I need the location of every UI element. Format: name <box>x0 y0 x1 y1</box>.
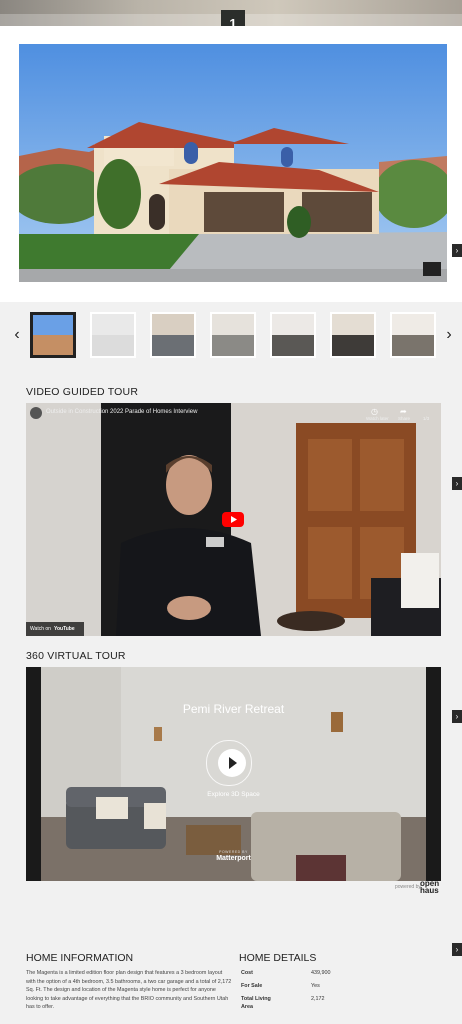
detail-row-cost: Cost 439,900 <box>241 970 441 983</box>
detail-value: Yes <box>311 983 320 989</box>
youtube-play-button[interactable] <box>222 512 244 527</box>
detail-value: 439,900 <box>311 970 331 976</box>
thumbnail-floor-plan[interactable] <box>90 312 136 358</box>
thumbnail-kitchen[interactable] <box>210 312 256 358</box>
watch-on-youtube[interactable]: Watch on YouTube <box>26 622 84 636</box>
home-info-heading: HOME INFORMATION <box>26 952 134 964</box>
video-title[interactable]: Outside in Construction 2022 Parade of H… <box>46 409 197 415</box>
detail-key: For Sale <box>241 983 263 989</box>
thumbnail-strip <box>0 310 462 364</box>
openhaus-powered-label: powered by <box>395 884 421 890</box>
explore-3d-label[interactable]: Explore 3D Space <box>26 791 441 798</box>
thumbnail-exterior[interactable] <box>30 312 76 358</box>
home-details-heading: HOME DETAILS <box>239 952 317 964</box>
hero-image[interactable] <box>19 44 447 282</box>
detail-key: Cost <box>241 970 253 976</box>
home-info-text: The Magenta is a limited edition floor p… <box>26 970 232 1010</box>
thumbnail-great-room[interactable] <box>390 312 436 358</box>
detail-row-total-living-area: Total Living Area 2,172 <box>241 996 441 1010</box>
thumbnail-kitchen-island[interactable] <box>270 312 316 358</box>
detail-key: Total Living Area <box>241 996 271 1010</box>
thumbnail-living-room[interactable] <box>150 312 196 358</box>
powered-by-label: POWERED BY <box>219 850 248 854</box>
thumbnail-next-arrow[interactable]: › <box>442 326 456 344</box>
virtual-tour-heading: 360 VIRTUAL TOUR <box>26 650 126 662</box>
video-tour-heading: VIDEO GUIDED TOUR <box>26 386 139 398</box>
detail-value: 2,172 <box>311 996 325 1002</box>
thumbnail-dining[interactable] <box>330 312 376 358</box>
hero-slide <box>0 26 462 302</box>
tour-side-arrow[interactable]: › <box>452 710 462 723</box>
tour-play-button[interactable] <box>218 749 246 777</box>
tour-space-title: Pemi River Retreat <box>182 702 285 716</box>
openhaus-logo[interactable]: open haus <box>420 880 439 895</box>
playlist-count[interactable]: 1/3 <box>423 416 429 421</box>
share-label: Share <box>398 416 411 421</box>
matterport-viewer[interactable]: Pemi River Retreat Explore 3D Space POWE… <box>26 667 441 881</box>
play-icon <box>231 516 237 523</box>
home-details-table: Cost 439,900 For Sale Yes Total Living A… <box>241 970 441 1010</box>
detail-row-for-sale: For Sale Yes <box>241 983 441 996</box>
hero-side-arrow[interactable]: › <box>452 244 462 257</box>
video-side-arrow[interactable]: › <box>452 477 462 490</box>
clock-icon[interactable]: ◷ <box>371 407 378 416</box>
youtube-logo: YouTube <box>54 626 75 632</box>
play-icon <box>229 757 237 769</box>
matterport-logo[interactable]: Matterport <box>26 855 441 862</box>
channel-avatar[interactable] <box>30 407 42 419</box>
video-player[interactable]: Outside in Construction 2022 Parade of H… <box>26 403 441 636</box>
details-side-arrow[interactable]: › <box>452 943 462 956</box>
openhaus-logo-line-2: haus <box>420 886 439 895</box>
watch-on-label: Watch on <box>30 626 51 632</box>
share-icon[interactable]: ➦ <box>400 407 407 416</box>
watch-later-label: Watch later <box>366 416 389 421</box>
